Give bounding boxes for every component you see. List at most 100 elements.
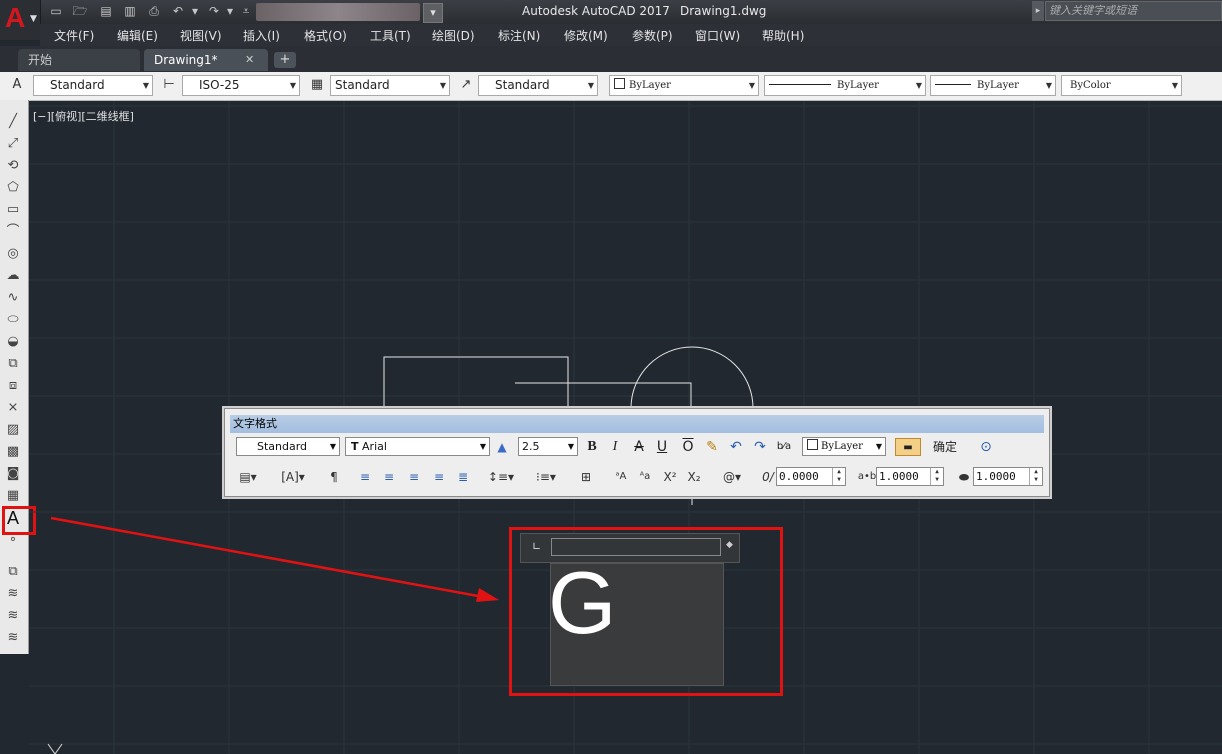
spinner-icon[interactable]: ▲ ▼: [1029, 468, 1042, 485]
save-as-icon[interactable]: ▥: [122, 3, 138, 19]
lineweight-dropdown[interactable]: ByLayer ▼: [930, 75, 1056, 96]
align-left-icon[interactable]: ≡: [356, 468, 374, 486]
undo-icon[interactable]: ↶: [728, 438, 744, 456]
new-tab-button[interactable]: +: [274, 52, 296, 68]
text-icon[interactable]: A: [3, 508, 23, 528]
workspace-selector[interactable]: [256, 3, 420, 21]
layer-isolate-icon[interactable]: ≋: [3, 628, 23, 648]
make-block-icon[interactable]: ⧈: [3, 376, 23, 396]
open-folder-icon[interactable]: 🗁: [72, 3, 88, 19]
polyline-icon[interactable]: ⟲: [3, 156, 23, 176]
tab-start[interactable]: 开始: [18, 49, 140, 71]
region-icon[interactable]: ◙: [3, 464, 23, 484]
tracking-input[interactable]: 1.0000 ▲ ▼: [876, 467, 944, 486]
arc-icon[interactable]: ⌒: [3, 222, 23, 242]
save-icon[interactable]: ▤: [98, 3, 114, 19]
layer-icon[interactable]: ⧉: [3, 562, 23, 582]
insert-block-icon[interactable]: ⧉: [3, 354, 23, 374]
superscript-icon[interactable]: X²: [660, 468, 680, 486]
customize-quick-access-icon[interactable]: ⩡: [238, 3, 254, 19]
menu-help[interactable]: 帮助(H): [762, 27, 804, 44]
text-formatting-title[interactable]: 文字格式: [230, 415, 1044, 433]
align-right-icon[interactable]: ≡: [405, 468, 423, 486]
dim-style-dropdown[interactable]: ISO-25 ▼: [182, 75, 300, 96]
gradient-icon[interactable]: ▩: [3, 442, 23, 462]
undo-dropdown-icon[interactable]: ▾: [187, 3, 203, 19]
oblique-angle-input[interactable]: 0.0000 ▲ ▼: [776, 467, 846, 486]
mtext-justification-icon[interactable]: [A]▾: [278, 468, 308, 486]
ellipse-arc-icon[interactable]: ◒: [3, 332, 23, 352]
redo-dropdown-icon[interactable]: ▾: [222, 3, 238, 19]
menu-view[interactable]: 视图(V): [180, 27, 222, 44]
insert-field-icon[interactable]: ⊞: [576, 468, 596, 486]
workspace-dropdown-icon[interactable]: ▾: [423, 3, 443, 23]
line-spacing-icon[interactable]: ↕≡▾: [487, 468, 515, 486]
symbol-icon[interactable]: @▾: [718, 468, 746, 486]
point-icon[interactable]: ⨯: [3, 398, 23, 418]
linetype-dropdown[interactable]: ByLayer ▼: [764, 75, 926, 96]
spinner-icon[interactable]: ▲ ▼: [832, 468, 845, 485]
line-icon[interactable]: ╱: [3, 112, 23, 132]
redo-icon[interactable]: ↷: [206, 3, 222, 19]
ellipse-icon[interactable]: ⬭: [3, 310, 23, 330]
undo-icon[interactable]: ↶: [170, 3, 186, 19]
strikethrough-icon[interactable]: A: [632, 438, 646, 456]
options-icon[interactable]: ⊙: [977, 438, 995, 456]
close-tab-icon[interactable]: ✕: [245, 53, 254, 66]
menu-format[interactable]: 格式(O): [304, 27, 347, 44]
paragraph-icon[interactable]: ¶: [325, 468, 343, 486]
underline-icon[interactable]: U: [655, 438, 669, 456]
match-properties-icon[interactable]: ✎: [704, 438, 720, 456]
mleader-style-dropdown[interactable]: Standard ▼: [478, 75, 598, 96]
bold-icon[interactable]: B: [585, 438, 599, 456]
lowercase-icon[interactable]: ᴬa: [634, 468, 656, 486]
menu-modify[interactable]: 修改(M): [564, 27, 608, 44]
distribute-icon[interactable]: ≣: [454, 468, 472, 486]
stack-icon[interactable]: b⁄a: [776, 438, 792, 456]
layer-states-icon[interactable]: ≋: [3, 584, 23, 604]
text-style-dropdown[interactable]: Standard ▼: [33, 75, 153, 96]
italic-icon[interactable]: I: [608, 438, 622, 456]
menu-insert[interactable]: 插入(I): [243, 27, 280, 44]
menu-file[interactable]: 文件(F): [54, 27, 94, 44]
application-menu-button[interactable]: A ▼: [0, 0, 41, 40]
plot-style-dropdown[interactable]: ByColor ▼: [1061, 75, 1182, 96]
width-factor-input[interactable]: 1.0000 ▲ ▼: [973, 467, 1043, 486]
table-style-dropdown[interactable]: Standard ▼: [330, 75, 450, 96]
overline-icon[interactable]: O: [681, 438, 695, 456]
menu-edit[interactable]: 编辑(E): [117, 27, 158, 44]
tf-height-dropdown[interactable]: 2.5 ▼: [518, 437, 578, 456]
tf-font-dropdown[interactable]: T Arial ▼: [345, 437, 490, 456]
menu-draw[interactable]: 绘图(D): [432, 27, 475, 44]
menu-window[interactable]: 窗口(W): [695, 27, 740, 44]
tf-color-dropdown[interactable]: ByLayer ▼: [802, 437, 886, 456]
polygon-icon[interactable]: ⬠: [3, 178, 23, 198]
redo-icon[interactable]: ↷: [752, 438, 768, 456]
spline-icon[interactable]: ∿: [3, 288, 23, 308]
uppercase-icon[interactable]: ᵃA: [610, 468, 632, 486]
spinner-icon[interactable]: ▲ ▼: [930, 468, 943, 485]
columns-icon[interactable]: ▤▾: [234, 468, 262, 486]
numbering-icon[interactable]: ⁝≡▾: [532, 468, 560, 486]
ok-button[interactable]: 确定: [930, 438, 960, 456]
menu-dimension[interactable]: 标注(N): [498, 27, 540, 44]
menu-parametric[interactable]: 参数(P): [632, 27, 673, 44]
construction-line-icon[interactable]: ⤢: [3, 134, 23, 154]
revision-cloud-icon[interactable]: ☁: [3, 266, 23, 286]
print-icon[interactable]: ⎙: [146, 3, 162, 19]
tf-style-dropdown[interactable]: Standard ▼: [236, 437, 340, 456]
justify-icon[interactable]: ≡: [430, 468, 448, 486]
viewport-controls[interactable]: [−][俯视][二维线框]: [33, 108, 134, 124]
search-expand-icon[interactable]: ▸: [1032, 1, 1044, 21]
new-file-icon[interactable]: ▭: [48, 3, 64, 19]
ruler-toggle-icon[interactable]: ▬: [895, 438, 921, 456]
subscript-icon[interactable]: X₂: [684, 468, 704, 486]
annotative-icon[interactable]: ▲: [495, 438, 509, 456]
layer-previous-icon[interactable]: ≋: [3, 606, 23, 626]
table-icon[interactable]: ▦: [3, 486, 23, 506]
color-dropdown[interactable]: ByLayer ▼: [609, 75, 759, 96]
menu-tools[interactable]: 工具(T): [370, 27, 411, 44]
align-center-icon[interactable]: ≡: [380, 468, 398, 486]
rectangle-icon[interactable]: ▭: [3, 200, 23, 220]
add-selected-icon[interactable]: ∘: [3, 530, 23, 550]
